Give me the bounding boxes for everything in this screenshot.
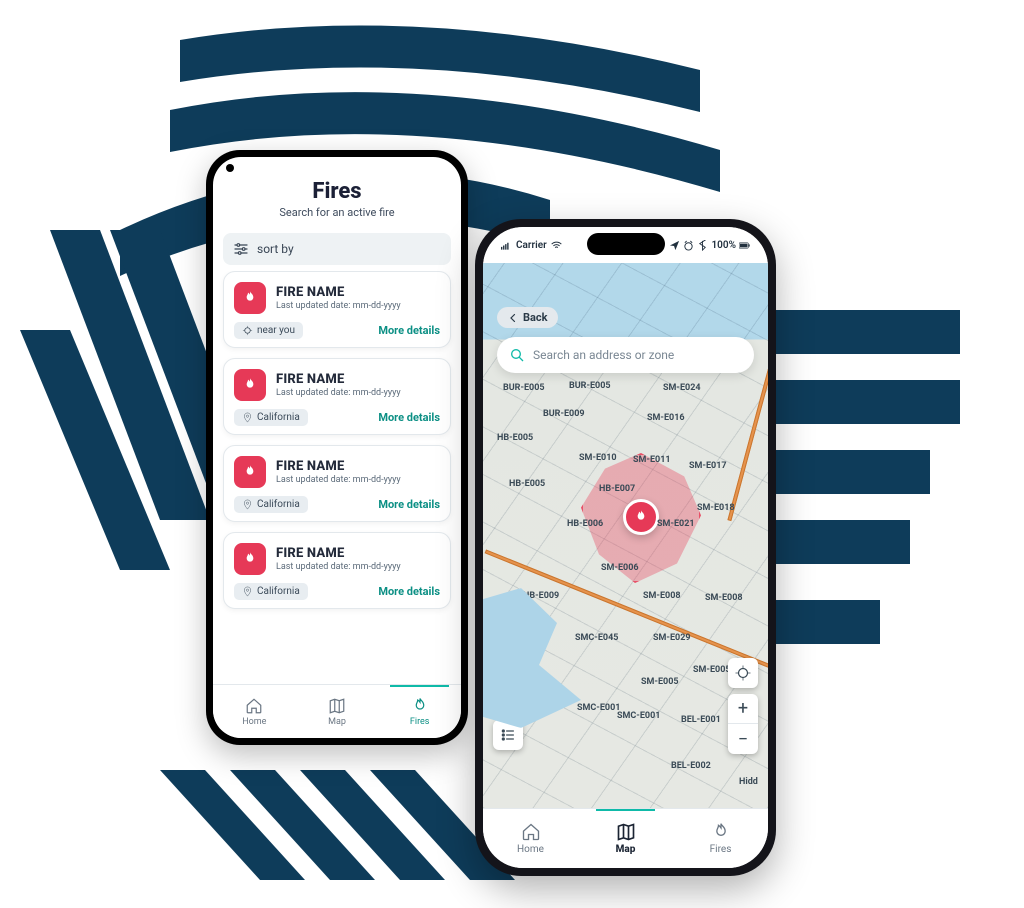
list-icon [500,727,516,743]
map-icon [328,697,346,715]
tab-label: Home [517,844,544,855]
sliders-icon [233,241,249,257]
crosshair-icon [734,664,752,682]
more-details-link[interactable]: More details [378,585,440,598]
phone-fires-screen: Fires Search for an active fire sort by … [206,150,468,745]
locate-button[interactable] [728,658,758,688]
back-button[interactable]: Back [497,307,558,328]
camera-punch [226,164,234,172]
flame-icon [633,509,649,525]
battery-icon [739,240,750,251]
location-text: California [257,499,300,510]
signal-icon [501,240,512,251]
alarm-icon [683,240,694,251]
bluetooth-icon [697,240,708,251]
tab-home[interactable]: Home [213,685,296,738]
page-title: Fires [227,179,447,204]
home-icon [245,697,263,715]
bottom-nav: Home Map Fires [213,684,461,738]
chevron-left-icon [507,312,519,324]
fire-updated: Last updated date: mm-dd-yyyy [276,301,401,311]
carrier-text: Carrier [516,240,547,251]
flame-icon [234,282,266,314]
pin-icon [242,499,253,510]
location-text: California [257,412,300,423]
map-search-input[interactable]: Search an address or zone [497,337,754,373]
wifi-icon [551,240,562,251]
more-details-link[interactable]: More details [378,324,440,337]
tab-home[interactable]: Home [483,809,578,868]
bottom-nav: Home Map Fires [483,808,768,868]
more-details-link[interactable]: More details [378,498,440,511]
fire-updated: Last updated date: mm-dd-yyyy [276,562,401,572]
tab-map[interactable]: Map [296,685,379,738]
fire-name: FIRE NAME [276,459,401,474]
search-placeholder: Search an address or zone [533,348,674,362]
tab-label: Map [328,717,346,727]
fire-name: FIRE NAME [276,372,401,387]
flame-icon [234,369,266,401]
fires-header: Fires Search for an active fire [213,157,461,225]
crosshair-icon [242,325,253,336]
map-canvas[interactable]: BUR-E005 BUR-E005 BUR-E009 SM-E024 SM-E0… [483,263,768,808]
sort-button[interactable]: sort by [223,233,451,265]
flame-icon [411,697,429,715]
battery-text: 100% [711,240,736,251]
home-icon [521,822,541,842]
back-label: Back [523,311,548,324]
fire-card[interactable]: FIRE NAME Last updated date: mm-dd-yyyy … [223,271,451,348]
location-badge: California [234,583,308,600]
flame-icon [711,822,731,842]
tab-map[interactable]: Map [578,809,673,868]
fire-marker[interactable] [623,499,659,535]
fires-list: FIRE NAME Last updated date: mm-dd-yyyy … [213,271,461,684]
more-details-link[interactable]: More details [378,411,440,424]
zoom-controls: + − [728,694,758,754]
pin-icon [242,412,253,423]
fire-card[interactable]: FIRE NAME Last updated date: mm-dd-yyyy … [223,532,451,609]
zoom-out-button[interactable]: − [728,724,758,754]
location-text: near you [257,325,295,336]
fire-card[interactable]: FIRE NAME Last updated date: mm-dd-yyyy … [223,445,451,522]
pin-icon [242,586,253,597]
tab-label: Home [242,717,266,727]
tab-fires[interactable]: Fires [378,685,461,738]
fire-name: FIRE NAME [276,285,401,300]
flame-icon [234,456,266,488]
fire-updated: Last updated date: mm-dd-yyyy [276,475,401,485]
fire-card[interactable]: FIRE NAME Last updated date: mm-dd-yyyy … [223,358,451,435]
map-icon [616,822,636,842]
location-text: California [257,586,300,597]
location-arrow-icon [669,240,680,251]
fire-name: FIRE NAME [276,546,401,561]
fire-updated: Last updated date: mm-dd-yyyy [276,388,401,398]
layers-button[interactable] [493,720,523,750]
dynamic-island [587,233,665,255]
location-badge: California [234,496,308,513]
search-icon [509,347,525,363]
tab-fires[interactable]: Fires [673,809,768,868]
location-badge: California [234,409,308,426]
location-badge: near you [234,322,303,339]
zoom-in-button[interactable]: + [728,694,758,724]
flame-icon [234,543,266,575]
phone-map-screen: Carrier 100% BUR-E005 BUR-E005 BUR-E0 [475,219,776,876]
tab-label: Map [616,844,636,855]
tab-label: Fires [710,844,732,855]
tab-label: Fires [410,717,430,727]
page-subtitle: Search for an active fire [227,206,447,219]
sort-label: sort by [257,242,294,256]
